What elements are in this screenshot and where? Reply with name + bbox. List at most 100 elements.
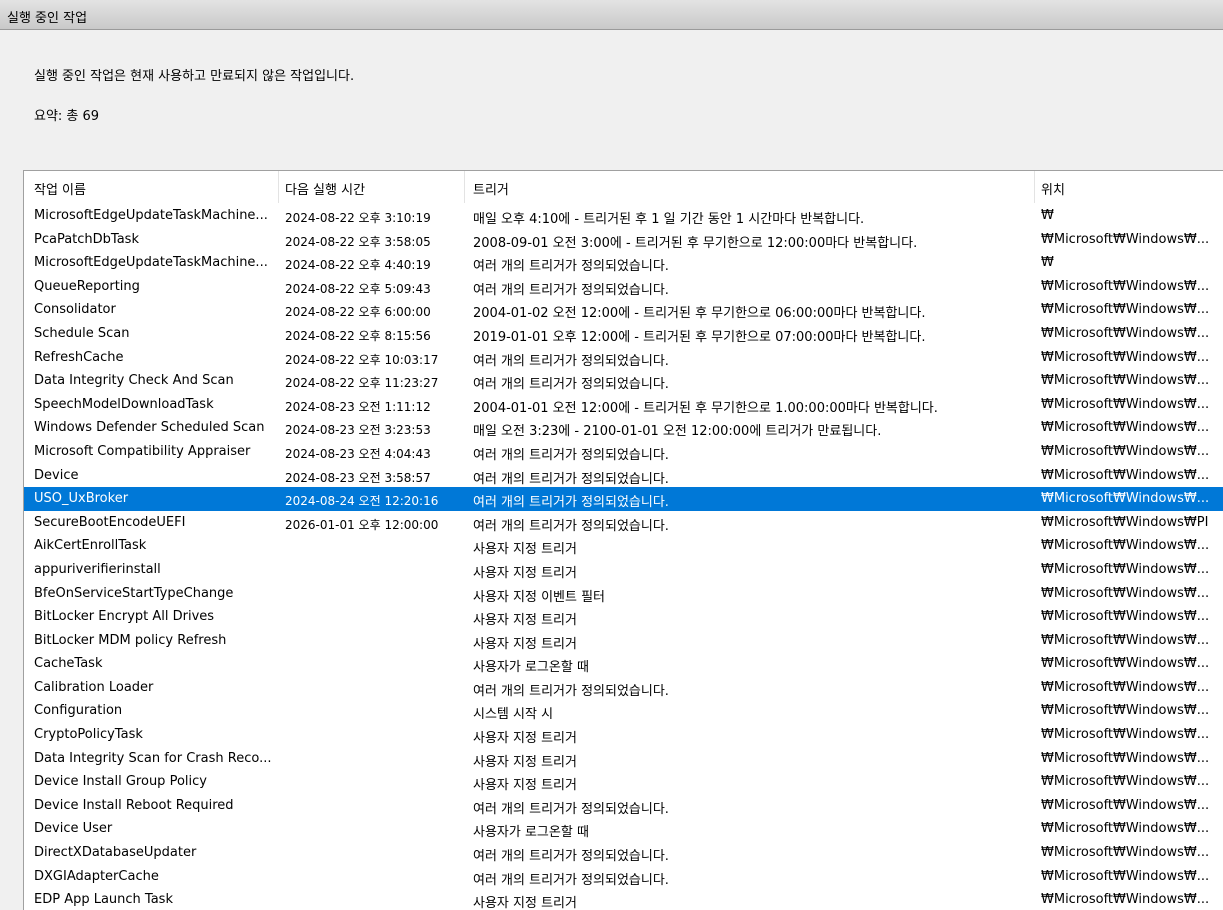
task-name-cell: SecureBootEncodeUEFI — [34, 514, 186, 530]
location-cell: ₩Microsoft₩Windows₩... — [1041, 585, 1210, 601]
table-row[interactable]: EDP App Launch Task 사용자 지정 트리거 ₩Microsoft₩… — [24, 888, 1223, 910]
list-header: 작업 이름 다음 실행 시간 트리거 위치 — [24, 171, 1223, 203]
trigger-cell: 여러 개의 트리거가 정의되었습니다. — [473, 377, 669, 393]
next-run-time-cell: 2024-08-23 오전 3:23:53 — [285, 423, 431, 438]
location-cell: ₩Microsoft₩Windows₩... — [1041, 373, 1210, 389]
table-row[interactable]: USO_UxBroker 2024-08-24 오전 12:20:16 여러 개의 … — [24, 487, 1223, 511]
column-header-trigger[interactable]: 트리거 — [473, 179, 509, 198]
column-divider[interactable] — [1034, 171, 1035, 203]
table-row[interactable]: Calibration Loader 여러 개의 트리거가 정의되었습니다. ₩Mi… — [24, 676, 1223, 700]
task-name-cell: DXGIAdapterCache — [34, 868, 159, 884]
table-row[interactable]: SecureBootEncodeUEFI 2026-01-01 오후 12:00:… — [24, 511, 1223, 535]
location-cell: ₩Microsoft₩Windows₩... — [1041, 467, 1210, 483]
trigger-cell: 2008-09-01 오전 3:00에 - 트리거된 후 무기한으로 12:00… — [473, 235, 918, 251]
trigger-cell: 사용자 지정 트리거 — [473, 754, 577, 770]
table-row[interactable]: Windows Defender Scheduled Scan 2024-08-2… — [24, 416, 1223, 440]
task-name-cell: BitLocker Encrypt All Drives — [34, 609, 215, 625]
trigger-cell: 2004-01-01 오전 12:00에 - 트리거된 후 무기한으로 1.00… — [473, 400, 938, 416]
table-row[interactable]: CacheTask 사용자가 로그온할 때 ₩Microsoft₩Windows₩.… — [24, 652, 1223, 676]
column-divider[interactable] — [278, 171, 279, 203]
task-name-cell: Device Install Reboot Required — [34, 797, 234, 813]
location-cell: ₩ — [1041, 255, 1054, 271]
task-name-cell: BitLocker MDM policy Refresh — [34, 632, 227, 648]
table-row[interactable]: PcaPatchDbTask 2024-08-22 오후 3:58:05 2008-… — [24, 228, 1223, 252]
trigger-cell: 사용자 지정 트리거 — [473, 613, 577, 629]
location-cell: ₩Microsoft₩Windows₩... — [1041, 325, 1210, 341]
table-row[interactable]: QueueReporting 2024-08-22 오후 5:09:43 여러 개의… — [24, 275, 1223, 299]
next-run-time-cell: 2024-08-22 오후 3:58:05 — [285, 234, 431, 249]
trigger-cell: 사용자 지정 트리거 — [473, 636, 577, 652]
location-cell: ₩Microsoft₩Windows₩... — [1041, 491, 1210, 507]
table-row[interactable]: Configuration 시스템 시작 시 ₩Microsoft₩Windows₩… — [24, 699, 1223, 723]
trigger-cell: 여러 개의 트리거가 정의되었습니다. — [473, 259, 669, 275]
location-cell: ₩Microsoft₩Windows₩PI — [1041, 514, 1209, 530]
table-row[interactable]: BitLocker Encrypt All Drives 사용자 지정 트리거 ₩M… — [24, 605, 1223, 629]
table-row[interactable]: Device User 사용자가 로그온할 때 ₩Microsoft₩Windows… — [24, 817, 1223, 841]
task-name-cell: USO_UxBroker — [34, 491, 129, 507]
trigger-cell: 사용자 지정 트리거 — [473, 778, 577, 794]
task-name-cell: MicrosoftEdgeUpdateTaskMachine... — [34, 255, 268, 271]
location-cell: ₩Microsoft₩Windows₩... — [1041, 302, 1210, 318]
section-title-bar: 실행 중인 작업 — [0, 0, 1223, 30]
table-row[interactable]: SpeechModelDownloadTask 2024-08-23 오전 1:1… — [24, 393, 1223, 417]
task-rows: MicrosoftEdgeUpdateTaskMachine... 2024-08… — [24, 204, 1223, 910]
table-row[interactable]: Device Install Reboot Required 여러 개의 트리거가… — [24, 794, 1223, 818]
next-run-time-cell: 2024-08-22 오후 8:15:56 — [285, 328, 431, 343]
next-run-time-cell: 2024-08-23 오전 3:58:57 — [285, 470, 431, 485]
location-cell: ₩Microsoft₩Windows₩... — [1041, 892, 1210, 908]
table-row[interactable]: MicrosoftEdgeUpdateTaskMachine... 2024-08… — [24, 204, 1223, 228]
location-cell: ₩Microsoft₩Windows₩... — [1041, 656, 1210, 672]
table-row[interactable]: Schedule Scan 2024-08-22 오후 8:15:56 2019-0… — [24, 322, 1223, 346]
task-name-cell: Device User — [34, 821, 113, 837]
table-row[interactable]: DXGIAdapterCache 여러 개의 트리거가 정의되었습니다. ₩Micr… — [24, 865, 1223, 889]
column-header-next-run-time[interactable]: 다음 실행 시간 — [285, 179, 365, 198]
column-header-task-name[interactable]: 작업 이름 — [34, 179, 86, 198]
task-name-cell: CryptoPolicyTask — [34, 727, 143, 743]
table-row[interactable]: DirectXDatabaseUpdater 여러 개의 트리거가 정의되었습니다… — [24, 841, 1223, 865]
trigger-cell: 2019-01-01 오후 12:00에 - 트리거된 후 무기한으로 07:0… — [473, 329, 926, 345]
task-name-cell: QueueReporting — [34, 278, 140, 294]
table-row[interactable]: CryptoPolicyTask 사용자 지정 트리거 ₩Microsoft₩Win… — [24, 723, 1223, 747]
task-name-cell: Device Install Group Policy — [34, 774, 207, 790]
table-row[interactable]: Data Integrity Scan for Crash Reco... 사용자… — [24, 747, 1223, 771]
summary-text: 요약: 총 69 — [34, 109, 100, 124]
section-title: 실행 중인 작업 — [7, 11, 88, 26]
location-cell: ₩Microsoft₩Windows₩... — [1041, 231, 1210, 247]
table-row[interactable]: BfeOnServiceStartTypeChange 사용자 지정 이벤트 필터… — [24, 582, 1223, 606]
next-run-time-cell: 2024-08-22 오후 10:03:17 — [285, 352, 439, 367]
table-row[interactable]: Data Integrity Check And Scan 2024-08-22 … — [24, 369, 1223, 393]
next-run-time-cell: 2024-08-23 오전 4:04:43 — [285, 446, 431, 461]
trigger-cell: 사용자 지정 트리거 — [473, 731, 577, 747]
trigger-cell: 여러 개의 트리거가 정의되었습니다. — [473, 849, 669, 865]
table-row[interactable]: MicrosoftEdgeUpdateTaskMachine... 2024-08… — [24, 251, 1223, 275]
column-header-location[interactable]: 위치 — [1041, 179, 1065, 198]
location-cell: ₩Microsoft₩Windows₩... — [1041, 845, 1210, 861]
trigger-cell: 사용자 지정 이벤트 필터 — [473, 589, 605, 605]
next-run-time-cell: 2024-08-22 오후 11:23:27 — [285, 376, 439, 391]
trigger-cell: 여러 개의 트리거가 정의되었습니다. — [473, 282, 669, 298]
task-list[interactable]: 작업 이름 다음 실행 시간 트리거 위치 MicrosoftEdgeUpdat… — [23, 170, 1223, 910]
task-name-cell: DirectXDatabaseUpdater — [34, 845, 197, 861]
trigger-cell: 사용자가 로그온할 때 — [473, 825, 589, 841]
table-row[interactable]: RefreshCache 2024-08-22 오후 10:03:17 여러 개의 … — [24, 346, 1223, 370]
task-name-cell: EDP App Launch Task — [34, 892, 173, 908]
location-cell: ₩ — [1041, 208, 1054, 223]
location-cell: ₩Microsoft₩Windows₩... — [1041, 278, 1210, 294]
table-row[interactable]: Device 2024-08-23 오전 3:58:57 여러 개의 트리거가 정의… — [24, 464, 1223, 488]
table-row[interactable]: BitLocker MDM policy Refresh 사용자 지정 트리거 ₩M… — [24, 629, 1223, 653]
table-row[interactable]: Device Install Group Policy 사용자 지정 트리거 ₩Mi… — [24, 770, 1223, 794]
table-row[interactable]: appuriverifierinstall 사용자 지정 트리거 ₩Microsof… — [24, 558, 1223, 582]
trigger-cell: 여러 개의 트리거가 정의되었습니다. — [473, 518, 669, 534]
table-row[interactable]: Consolidator 2024-08-22 오후 6:00:00 2004-01… — [24, 298, 1223, 322]
task-name-cell: Data Integrity Scan for Crash Reco... — [34, 750, 272, 766]
trigger-cell: 매일 오후 4:10에 - 트리거된 후 1 일 기간 동안 1 시간마다 반복… — [473, 212, 865, 227]
table-row[interactable]: Microsoft Compatibility Appraiser 2024-08… — [24, 440, 1223, 464]
column-divider[interactable] — [464, 171, 465, 203]
location-cell: ₩Microsoft₩Windows₩... — [1041, 727, 1210, 743]
task-name-cell: Microsoft Compatibility Appraiser — [34, 443, 251, 459]
next-run-time-cell: 2026-01-01 오후 12:00:00 — [285, 517, 439, 532]
next-run-time-cell: 2024-08-22 오후 6:00:00 — [285, 305, 431, 320]
trigger-cell: 여러 개의 트리거가 정의되었습니다. — [473, 872, 669, 888]
table-row[interactable]: AikCertEnrollTask 사용자 지정 트리거 ₩Microsoft₩Wi… — [24, 534, 1223, 558]
task-name-cell: CacheTask — [34, 656, 103, 672]
